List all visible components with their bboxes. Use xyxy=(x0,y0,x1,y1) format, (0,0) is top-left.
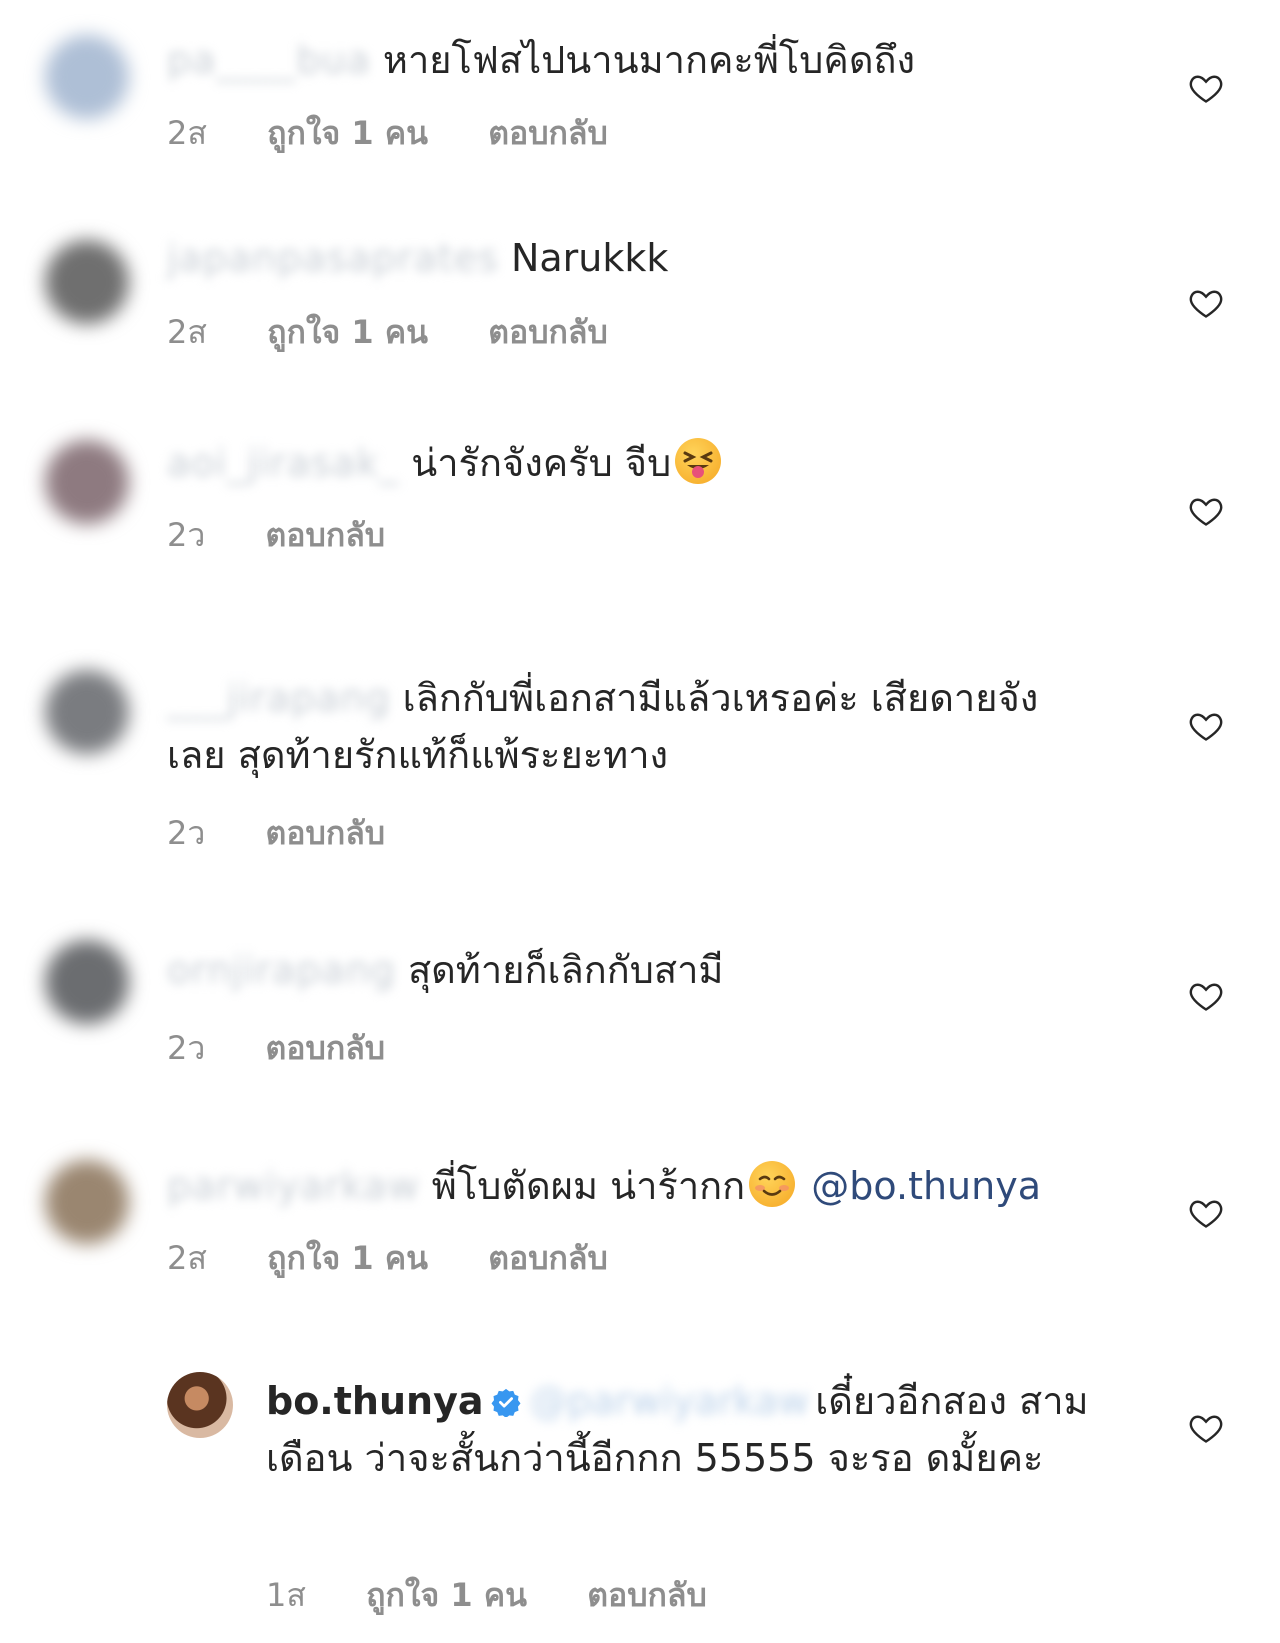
username[interactable]: ornjirapang xyxy=(167,942,396,999)
comment-text: aoi_jirasak_ น่ารักจังครับ จีบ xyxy=(167,435,1127,492)
timestamp: 2ส xyxy=(167,1239,207,1277)
comment-text: japanpasaprates Narukkk xyxy=(167,230,1127,287)
reply-button[interactable]: ตอบกลับ xyxy=(266,814,386,852)
heart-outline-icon[interactable] xyxy=(1188,1195,1224,1231)
username[interactable]: pa____bua xyxy=(167,32,371,89)
comment-meta: 2ส ถูกใจ 1 คน ตอบกลับ xyxy=(167,1233,658,1284)
avatar[interactable] xyxy=(45,940,129,1024)
avatar[interactable] xyxy=(167,1372,233,1438)
username[interactable]: aoi_jirasak_ xyxy=(167,435,399,492)
avatar[interactable] xyxy=(45,240,129,324)
comment-meta: 1ส ถูกใจ 1 คน ตอบกลับ xyxy=(266,1570,757,1621)
timestamp: 2ส xyxy=(167,114,207,152)
comment-body: พี่โบตัดผม น่าร้ากก xyxy=(431,1164,746,1208)
username[interactable]: japanpasaprates xyxy=(167,230,499,287)
reply-button[interactable]: ตอบกลับ xyxy=(488,114,608,152)
heart-outline-icon[interactable] xyxy=(1188,285,1224,321)
squinting-face-with-tongue-icon xyxy=(675,438,722,484)
comment-body: หายโฟสไปนานมากคะพี่โบคิดถึง xyxy=(382,38,916,82)
avatar[interactable] xyxy=(45,1160,129,1244)
likes-count[interactable]: ถูกใจ 1 คน xyxy=(267,114,428,152)
username[interactable]: bo.thunya xyxy=(266,1379,483,1423)
comment-body: สุดท้ายก็เลิกกับสามี xyxy=(407,948,724,992)
heart-outline-icon[interactable] xyxy=(1188,708,1224,744)
comment-meta: 2ว ตอบกลับ xyxy=(167,808,435,859)
comment-text: ornjirapang สุดท้ายก็เลิกกับสามี xyxy=(167,942,1127,999)
comment-meta: 2ส ถูกใจ 1 คน ตอบกลับ xyxy=(167,108,658,159)
comment-text: parwiyarkaw พี่โบตัดผม น่าร้ากก @bo.thuny… xyxy=(167,1158,1127,1215)
timestamp: 2ว xyxy=(167,814,206,852)
reply-button[interactable]: ตอบกลับ xyxy=(266,1029,386,1067)
username[interactable]: ___jirapang xyxy=(167,670,391,727)
heart-outline-icon[interactable] xyxy=(1188,1410,1224,1446)
comment-meta: 2ว ตอบกลับ xyxy=(167,1023,435,1074)
timestamp: 2ว xyxy=(167,1029,206,1067)
reply-button[interactable]: ตอบกลับ xyxy=(488,1239,608,1277)
timestamp: 1ส xyxy=(266,1576,306,1614)
avatar[interactable] xyxy=(45,670,129,754)
avatar[interactable] xyxy=(45,440,129,524)
comment-body: Narukkk xyxy=(510,236,669,280)
verified-badge-icon xyxy=(491,1388,521,1417)
likes-count[interactable]: ถูกใจ 1 คน xyxy=(267,1239,428,1277)
reply-button[interactable]: ตอบกลับ xyxy=(266,516,386,554)
timestamp: 2ส xyxy=(167,313,207,351)
heart-outline-icon[interactable] xyxy=(1188,70,1224,106)
mention-link[interactable]: @parwiyarkaw xyxy=(529,1373,809,1430)
reply-text: bo.thunya @parwiyarkaw เดี๋ยวอีกสอง สามเดื… xyxy=(266,1373,1096,1487)
comment-text: ___jirapang เลิกกับพี่เอกสามีแล้วเหรอค่ะ … xyxy=(167,670,1107,784)
avatar[interactable] xyxy=(45,35,129,119)
comment-text: pa____bua หายโฟสไปนานมากคะพี่โบคิดถึง xyxy=(167,32,1127,89)
timestamp: 2ว xyxy=(167,516,206,554)
comment-meta: 2ว ตอบกลับ xyxy=(167,510,435,561)
likes-count[interactable]: ถูกใจ 1 คน xyxy=(267,313,428,351)
reply-button[interactable]: ตอบกลับ xyxy=(488,313,608,351)
reply-button[interactable]: ตอบกลับ xyxy=(587,1576,707,1614)
username[interactable]: parwiyarkaw xyxy=(167,1158,420,1215)
comment-meta: 2ส ถูกใจ 1 คน ตอบกลับ xyxy=(167,307,658,358)
smiling-face-icon xyxy=(749,1161,796,1207)
comment-body: น่ารักจังครับ จีบ xyxy=(411,441,672,485)
mention-link[interactable]: @bo.thunya xyxy=(811,1164,1041,1208)
heart-outline-icon[interactable] xyxy=(1188,978,1224,1014)
heart-outline-icon[interactable] xyxy=(1188,493,1224,529)
likes-count[interactable]: ถูกใจ 1 คน xyxy=(366,1576,527,1614)
